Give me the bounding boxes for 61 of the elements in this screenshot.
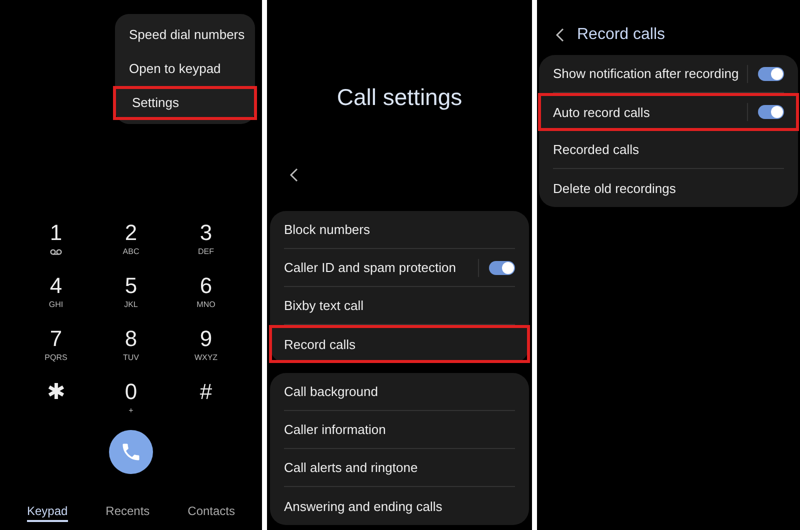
dial-key[interactable]: 8 — [124, 326, 138, 352]
dial-key[interactable]: # — [200, 379, 212, 405]
setting-row[interactable]: Record calls — [269, 325, 530, 363]
bottom-tab[interactable]: Recents — [106, 502, 150, 522]
menu-item[interactable]: Speed dial numbers — [113, 18, 257, 52]
setting-label: Bixby text call — [284, 298, 364, 313]
setting-label: Record calls — [284, 336, 357, 352]
key-letters: ABC — [122, 247, 140, 256]
bottom-tab[interactable]: Contacts — [188, 502, 236, 522]
setting-label: Call background — [284, 384, 379, 399]
phone-icon — [120, 441, 142, 463]
dial-key[interactable]: 1 — [50, 220, 62, 246]
setting-label: Recorded calls — [553, 142, 640, 157]
page-title: Record calls — [577, 26, 666, 44]
toggle-switch[interactable] — [489, 260, 515, 274]
key-letters: TUV — [123, 353, 139, 362]
back-icon[interactable] — [555, 27, 565, 43]
setting-row[interactable]: Recorded calls — [553, 131, 784, 169]
setting-label: Caller ID and spam protection — [284, 260, 457, 275]
dial-key[interactable]: 3 — [200, 220, 212, 246]
setting-label: Delete old recordings — [553, 180, 677, 196]
dial-key[interactable]: 9 — [200, 326, 212, 352]
key-letters: + — [128, 406, 134, 415]
key-letters: JKL — [124, 300, 138, 309]
key-letters: MNO — [196, 300, 216, 309]
toggle-switch[interactable] — [758, 105, 784, 119]
dial-key[interactable]: 2 — [124, 220, 138, 246]
setting-row[interactable]: Show notification after recording — [553, 55, 784, 93]
key-letters: WXYZ — [194, 353, 218, 362]
setting-label: Caller information — [284, 422, 387, 437]
page-title: Call settings — [336, 84, 464, 111]
setting-row[interactable]: Caller information — [284, 411, 515, 449]
bottom-tab[interactable]: Keypad — [26, 502, 68, 522]
dial-key[interactable]: 0 — [124, 379, 138, 405]
setting-row[interactable]: Call alerts and ringtone — [284, 449, 515, 487]
dial-key[interactable]: ✱ — [47, 379, 65, 405]
back-icon[interactable] — [289, 167, 299, 183]
setting-label: Call alerts and ringtone — [284, 460, 419, 475]
setting-label: Auto record calls — [553, 104, 651, 120]
setting-row[interactable]: Block numbers — [284, 211, 515, 249]
setting-label: Answering and ending calls — [284, 498, 444, 514]
dial-key[interactable]: 6 — [200, 273, 212, 299]
key-letters: DEF — [198, 247, 214, 256]
voicemail-icon — [50, 249, 62, 255]
toggle-switch[interactable] — [758, 66, 784, 80]
menu-item[interactable]: Open to keypad — [113, 52, 257, 86]
setting-label: Block numbers — [284, 222, 371, 237]
setting-label: Show notification after recording — [553, 66, 740, 81]
key-letters: GHI — [48, 300, 64, 309]
setting-row[interactable]: Answering and ending calls — [284, 487, 515, 525]
dial-key[interactable]: 7 — [50, 326, 62, 352]
setting-row[interactable]: Bixby text call — [284, 287, 515, 325]
setting-row[interactable]: Auto record calls — [538, 93, 799, 131]
menu-item[interactable]: Settings — [113, 86, 257, 120]
setting-row[interactable]: Caller ID and spam protection — [284, 249, 515, 287]
setting-row[interactable]: Call background — [284, 373, 515, 411]
key-letters: PQRS — [44, 353, 68, 362]
dial-key[interactable]: 4 — [50, 273, 62, 299]
setting-row[interactable]: Delete old recordings — [553, 169, 784, 207]
dial-key[interactable]: 5 — [124, 273, 138, 299]
call-button[interactable] — [109, 430, 153, 474]
